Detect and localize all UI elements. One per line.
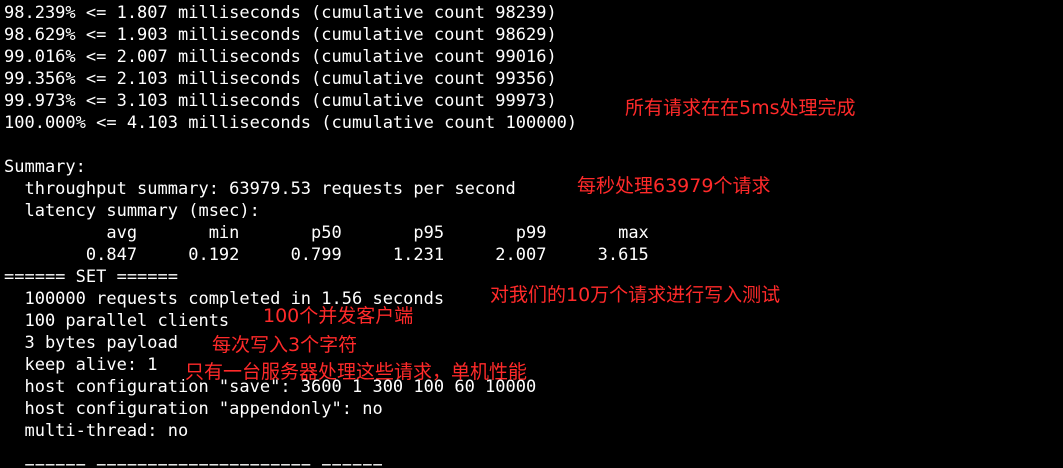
latency-summary-heading: latency summary (msec): xyxy=(4,201,260,221)
output-line-percentile-98-629: 98.629% <= 1.903 milliseconds (cumulativ… xyxy=(4,25,557,45)
output-line-percentile-99-356: 99.356% <= 2.103 milliseconds (cumulativ… xyxy=(4,69,557,89)
annotation-all-requests-5ms: 所有请求在在5ms处理完成 xyxy=(625,97,856,119)
latency-table-header: avg min p50 p95 p99 max xyxy=(4,223,649,243)
annotation-payload: 每次写入3个字符 xyxy=(212,334,358,356)
throughput-summary-line: throughput summary: 63979.53 requests pe… xyxy=(4,179,516,199)
payload-size-line: 3 bytes payload xyxy=(4,333,178,353)
output-line-percentile-99-973: 99.973% <= 3.103 milliseconds (cumulativ… xyxy=(4,91,557,111)
output-line-percentile-99-016: 99.016% <= 2.007 milliseconds (cumulativ… xyxy=(4,47,557,67)
output-line-percentile-98-239: 98.239% <= 1.807 milliseconds (cumulativ… xyxy=(4,3,557,23)
host-config-appendonly-line: host configuration "appendonly": no xyxy=(4,399,383,419)
terminal-window[interactable]: 98.239% <= 1.807 milliseconds (cumulativ… xyxy=(0,0,1063,468)
annotation-throughput: 每秒处理63979个请求 xyxy=(577,175,771,197)
keep-alive-line: keep alive: 1 xyxy=(4,355,158,375)
annotation-parallel-clients: 100个并发客户端 xyxy=(263,305,414,327)
multi-thread-line: multi-thread: no xyxy=(4,421,189,441)
latency-table-values: 0.847 0.192 0.799 1.231 2.007 3.615 xyxy=(4,245,649,265)
summary-heading: Summary: xyxy=(4,157,86,177)
annotation-single-server: 只有一台服务器处理这些请求，单机性能 xyxy=(185,361,528,383)
set-section-heading: ====== SET ====== xyxy=(4,267,178,287)
annotation-write-test: 对我们的10万个请求进行写入测试 xyxy=(490,284,781,306)
output-line-percentile-100: 100.000% <= 4.103 milliseconds (cumulati… xyxy=(4,113,578,133)
output-line-partial: ====== ===================== ====== xyxy=(4,457,383,468)
parallel-clients-line: 100 parallel clients xyxy=(4,311,230,331)
